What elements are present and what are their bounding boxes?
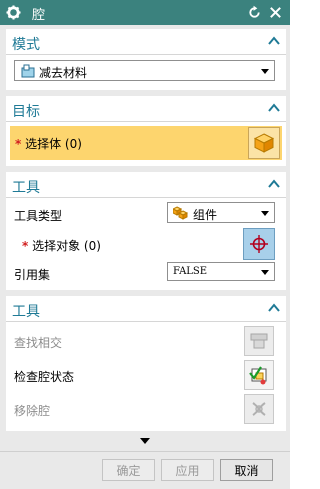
close-icon[interactable]	[268, 5, 283, 20]
title-bar: 腔	[0, 0, 290, 25]
reference-set-dropdown[interactable]: FALSE	[167, 262, 275, 281]
find-intersect-label: 查找相交	[14, 336, 63, 350]
dropdown-arrow-icon	[261, 211, 269, 216]
select-object-text: * 选择对象 (0)	[22, 237, 101, 254]
gear-icon[interactable]	[6, 5, 21, 20]
check-cavity-label: 检查腔状态	[14, 370, 75, 384]
required-mark: *	[15, 137, 22, 151]
tool-section-title: 工具	[12, 180, 40, 196]
target-section: 目标 * 选择体 (0)	[6, 96, 286, 166]
chevron-up-icon[interactable]	[268, 179, 280, 189]
select-body-label: 选择体 (0)	[25, 137, 82, 151]
subtract-material-icon	[21, 64, 35, 78]
tool-section-header[interactable]: 工具	[6, 172, 286, 198]
find-intersect-icon	[250, 333, 268, 349]
chevron-up-icon[interactable]	[268, 303, 280, 313]
reference-set-label: 引用集	[14, 268, 51, 282]
tool-section: 工具 工具类型 组件 * 选择对象 (0) 引用集 FALSE	[6, 172, 286, 290]
required-mark: *	[22, 239, 29, 253]
tool-type-label: 工具类型	[14, 209, 63, 223]
target-section-header[interactable]: 目标	[6, 96, 286, 122]
dialog-title: 腔	[32, 8, 46, 23]
mode-value: 减去材料	[39, 66, 88, 80]
ok-button[interactable]: 确定	[102, 459, 155, 481]
select-body-button[interactable]	[248, 127, 280, 159]
dropdown-arrow-icon	[261, 270, 269, 275]
check-cavity-button[interactable]	[244, 360, 274, 390]
crosshair-icon	[250, 235, 268, 253]
expand-more-icon[interactable]	[140, 438, 150, 445]
tool-section-2: 工具 查找相交 检查腔状态 移除腔	[6, 296, 286, 432]
mode-section-header[interactable]: 模式	[6, 29, 286, 55]
apply-button[interactable]: 应用	[161, 459, 214, 481]
remove-cavity-icon	[252, 402, 266, 416]
dropdown-arrow-icon	[261, 69, 269, 74]
mode-dropdown[interactable]: 减去材料	[14, 60, 275, 81]
tool-section-2-header[interactable]: 工具	[6, 296, 286, 322]
mode-section: 模式 减去材料	[6, 29, 286, 90]
reference-set-value: FALSE	[173, 266, 208, 277]
tool-type-dropdown[interactable]: 组件	[167, 202, 275, 223]
mode-section-title: 模式	[12, 37, 40, 53]
remove-cavity-button[interactable]	[244, 394, 274, 424]
chevron-up-icon[interactable]	[268, 36, 280, 46]
find-intersect-button[interactable]	[244, 326, 274, 356]
check-cavity-icon	[249, 366, 267, 385]
dialog-footer: 确定 应用 取消	[0, 431, 290, 489]
select-object-button[interactable]	[243, 228, 275, 260]
select-object-label: 选择对象 (0)	[32, 239, 101, 253]
solid-body-icon	[253, 133, 275, 153]
select-body-row[interactable]: * 选择体 (0)	[10, 126, 282, 160]
tool-section-2-title: 工具	[12, 304, 40, 320]
tool-type-value: 组件	[193, 208, 218, 222]
select-body-text: * 选择体 (0)	[15, 135, 82, 152]
cancel-button[interactable]: 取消	[220, 459, 273, 481]
assembly-component-icon	[173, 206, 188, 220]
footer-divider	[0, 451, 290, 452]
reset-icon[interactable]	[247, 5, 262, 20]
target-section-title: 目标	[12, 104, 40, 120]
chevron-up-icon[interactable]	[268, 103, 280, 113]
remove-cavity-label: 移除腔	[14, 404, 51, 418]
